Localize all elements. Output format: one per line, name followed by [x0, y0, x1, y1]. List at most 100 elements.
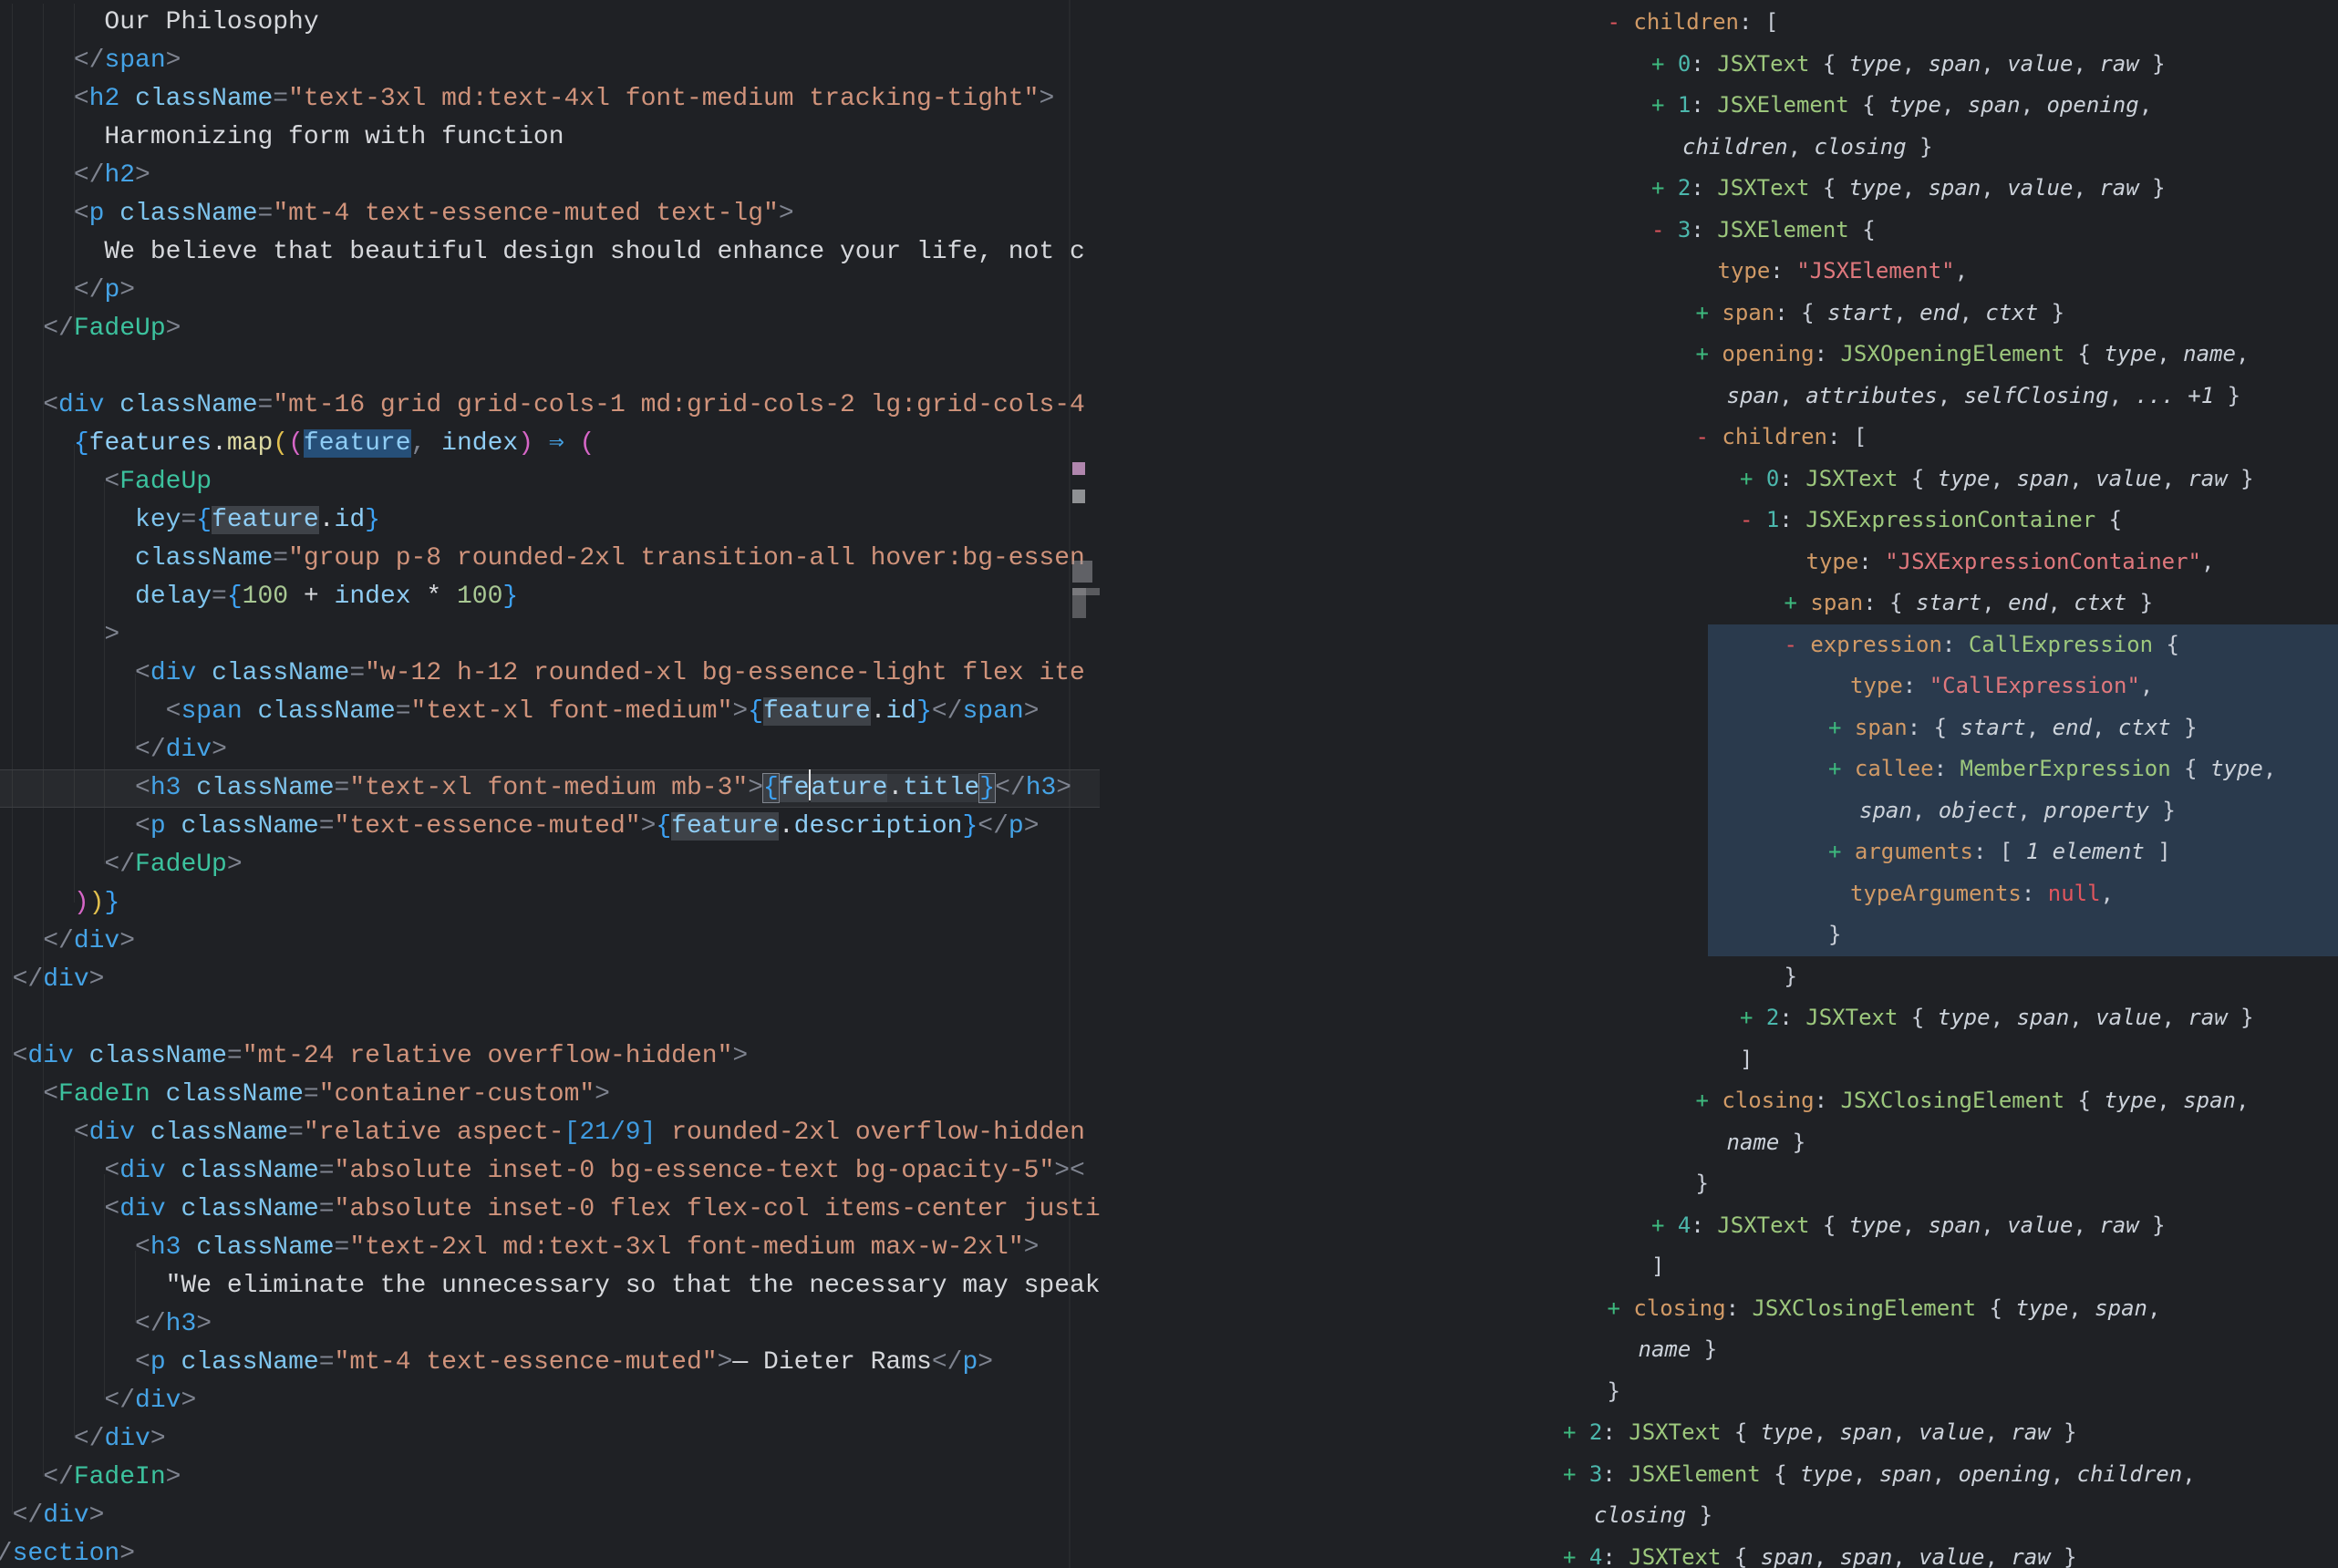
ast-node-row[interactable]: + 0: JSXText { type, span, value, raw }: [1100, 44, 2338, 86]
expand-toggle-icon[interactable]: +: [1651, 1212, 1678, 1238]
code-line[interactable]: </div>: [0, 923, 1100, 961]
ast-node-row[interactable]: + span: { start, end, ctxt }: [1100, 583, 2338, 624]
code-line[interactable]: <p className="mt-4 text-essence-muted te…: [0, 195, 1100, 233]
code-line[interactable]: </div>: [0, 1497, 1100, 1535]
code-line[interactable]: ))}: [0, 884, 1100, 923]
code-line[interactable]: </div>: [0, 731, 1100, 769]
expand-toggle-icon[interactable]: +: [1740, 466, 1766, 491]
ast-node-row[interactable]: + 2: JSXText { type, span, value, raw }: [1100, 997, 2338, 1039]
code-line[interactable]: </span>: [0, 42, 1100, 80]
expand-toggle-icon[interactable]: +: [1651, 175, 1678, 201]
ast-node-row[interactable]: }: [1100, 1371, 2338, 1413]
ast-node-row[interactable]: - 1: JSXExpressionContainer {: [1100, 500, 2338, 542]
ast-node-row[interactable]: + closing: JSXClosingElement { type, spa…: [1100, 1288, 2338, 1330]
collapse-toggle-icon[interactable]: -: [1785, 632, 1811, 657]
code-line[interactable]: <div className="absolute inset-0 flex fl…: [0, 1191, 1100, 1229]
expand-toggle-icon[interactable]: +: [1696, 341, 1722, 366]
scrollbar-slider[interactable]: [1072, 588, 1086, 618]
code-line[interactable]: <h2 className="text-3xl md:text-4xl font…: [0, 80, 1100, 119]
expand-toggle-icon[interactable]: +: [1828, 715, 1855, 740]
expand-toggle-icon[interactable]: +: [1651, 51, 1678, 77]
ast-node-row[interactable]: span, object, property }: [1100, 790, 2338, 832]
ast-node-row[interactable]: name }: [1100, 1329, 2338, 1371]
expand-toggle-icon[interactable]: +: [1828, 756, 1855, 781]
ast-node-row[interactable]: closing }: [1100, 1495, 2338, 1537]
ast-node-row[interactable]: - children: [: [1100, 417, 2338, 459]
ast-node-row[interactable]: + 0: JSXText { type, span, value, raw }: [1100, 459, 2338, 500]
ast-node-row[interactable]: }: [1100, 914, 2338, 956]
code-line[interactable]: </FadeUp>: [0, 846, 1100, 884]
ast-tree-pane[interactable]: - children: [+ 0: JSXText { type, span, …: [1100, 0, 2338, 1568]
code-line[interactable]: [0, 999, 1100, 1037]
ast-node-row[interactable]: + callee: MemberExpression { type,: [1100, 748, 2338, 790]
code-line[interactable]: Our Philosophy: [0, 4, 1100, 42]
code-line[interactable]: </FadeUp>: [0, 310, 1100, 348]
expand-toggle-icon[interactable]: +: [1785, 590, 1811, 615]
expand-toggle-icon[interactable]: +: [1828, 839, 1855, 864]
expand-toggle-icon[interactable]: +: [1563, 1461, 1589, 1487]
code-line[interactable]: <div className="relative aspect-[21/9] r…: [0, 1114, 1100, 1152]
code-line[interactable]: <div className="absolute inset-0 bg-esse…: [0, 1152, 1100, 1191]
code-line[interactable]: <FadeIn className="container-custom">: [0, 1076, 1100, 1114]
ast-node-row[interactable]: + arguments: [ 1 element ]: [1100, 831, 2338, 873]
ast-node-row[interactable]: - expression: CallExpression {: [1100, 624, 2338, 666]
code-line[interactable]: [0, 348, 1100, 387]
ast-node-row[interactable]: ]: [1100, 1039, 2338, 1081]
code-line[interactable]: </div>: [0, 1420, 1100, 1459]
ast-node-row[interactable]: + span: { start, end, ctxt }: [1100, 293, 2338, 335]
collapse-toggle-icon[interactable]: -: [1740, 507, 1766, 532]
ast-node-row[interactable]: + 3: JSXElement { type, span, opening, c…: [1100, 1454, 2338, 1496]
ast-node-row[interactable]: + 2: JSXText { type, span, value, raw }: [1100, 168, 2338, 210]
ast-node-row[interactable]: span, attributes, selfClosing, ... +1 }: [1100, 376, 2338, 418]
code-line[interactable]: <p className="text-essence-muted">{featu…: [0, 808, 1100, 846]
ast-node-row[interactable]: + closing: JSXClosingElement { type, spa…: [1100, 1080, 2338, 1122]
ast-node-row[interactable]: type: "JSXElement",: [1100, 251, 2338, 293]
ast-node-row[interactable]: + 2: JSXText { type, span, value, raw }: [1100, 1412, 2338, 1454]
ast-node-row[interactable]: }: [1100, 956, 2338, 998]
ast-node-row[interactable]: + 1: JSXElement { type, span, opening,: [1100, 85, 2338, 127]
ast-node-row[interactable]: }: [1100, 1163, 2338, 1205]
code-line[interactable]: </h2>: [0, 157, 1100, 195]
code-line[interactable]: </h3>: [0, 1305, 1100, 1344]
code-line[interactable]: {features.map((feature, index) ⇒ (: [0, 425, 1100, 463]
code-editor-pane[interactable]: Our Philosophy </span> <h2 className="te…: [0, 0, 1102, 1568]
expand-toggle-icon[interactable]: +: [1563, 1544, 1589, 1568]
code-line[interactable]: "We eliminate the unnecessary so that th…: [0, 1267, 1100, 1305]
code-line[interactable]: <div className="w-12 h-12 rounded-xl bg-…: [0, 655, 1100, 693]
code-line[interactable]: <div className="mt-16 grid grid-cols-1 m…: [0, 387, 1100, 425]
code-line[interactable]: </section>: [0, 1535, 1100, 1568]
collapse-toggle-icon[interactable]: -: [1608, 9, 1634, 35]
ast-node-row[interactable]: typeArguments: null,: [1100, 873, 2338, 915]
code-line[interactable]: </div>: [0, 961, 1100, 999]
code-line[interactable]: className="group p-8 rounded-2xl transit…: [0, 540, 1100, 578]
code-line[interactable]: <h3 className="text-xl font-medium mb-3"…: [0, 769, 1100, 808]
collapse-toggle-icon[interactable]: -: [1651, 217, 1678, 242]
expand-toggle-icon[interactable]: +: [1740, 1005, 1766, 1030]
ast-node-row[interactable]: type: "JSXExpressionContainer",: [1100, 542, 2338, 583]
ast-node-row[interactable]: + 4: JSXText { span, span, value, raw }: [1100, 1537, 2338, 1568]
ast-node-row[interactable]: + span: { start, end, ctxt }: [1100, 707, 2338, 749]
ast-node-row[interactable]: - children: [: [1100, 2, 2338, 44]
ast-node-row[interactable]: - 3: JSXElement {: [1100, 210, 2338, 252]
ast-node-row[interactable]: type: "CallExpression",: [1100, 665, 2338, 707]
expand-toggle-icon[interactable]: +: [1563, 1419, 1589, 1445]
expand-toggle-icon[interactable]: +: [1696, 1088, 1722, 1113]
ast-node-row[interactable]: children, closing }: [1100, 127, 2338, 169]
code-line[interactable]: <div className="mt-24 relative overflow-…: [0, 1037, 1100, 1076]
expand-toggle-icon[interactable]: +: [1696, 300, 1722, 325]
ast-node-row[interactable]: + opening: JSXOpeningElement { type, nam…: [1100, 334, 2338, 376]
expand-toggle-icon[interactable]: +: [1651, 92, 1678, 118]
code-line[interactable]: delay={100 + index * 100}: [0, 578, 1100, 616]
code-line[interactable]: <span className="text-xl font-medium">{f…: [0, 693, 1100, 731]
ast-node-row[interactable]: + 4: JSXText { type, span, value, raw }: [1100, 1205, 2338, 1247]
code-line[interactable]: </p>: [0, 272, 1100, 310]
code-line[interactable]: We believe that beautiful design should …: [0, 233, 1100, 272]
code-line[interactable]: <p className="mt-4 text-essence-muted">—…: [0, 1344, 1100, 1382]
expand-toggle-icon[interactable]: +: [1608, 1295, 1634, 1321]
collapse-toggle-icon[interactable]: -: [1696, 424, 1722, 449]
code-line[interactable]: >: [0, 616, 1100, 655]
ast-node-row[interactable]: ]: [1100, 1246, 2338, 1288]
code-line[interactable]: </div>: [0, 1382, 1100, 1420]
code-line[interactable]: key={feature.id}: [0, 501, 1100, 540]
ast-node-row[interactable]: name }: [1100, 1122, 2338, 1164]
